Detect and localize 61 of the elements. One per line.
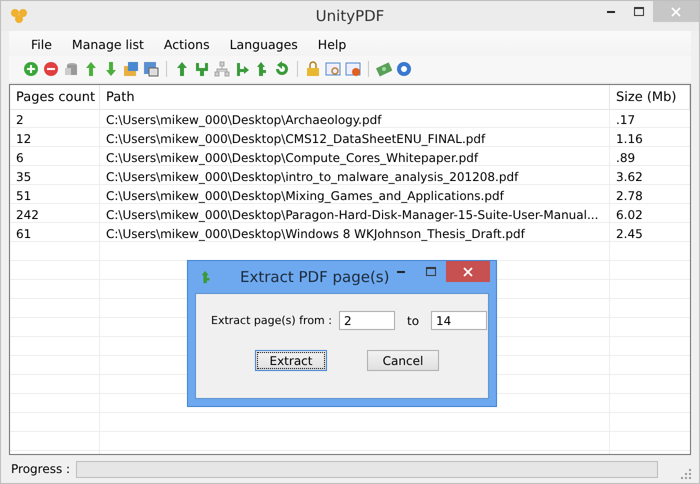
resize-grip-icon[interactable] — [681, 469, 691, 479]
money-icon[interactable] — [376, 61, 392, 77]
up-arrow-icon[interactable] — [83, 61, 99, 77]
branch-right-icon[interactable] — [234, 61, 250, 77]
minimize-icon — [607, 10, 615, 13]
table-cell-text: 35 — [15, 168, 32, 186]
table-cell-text: .89 — [615, 150, 636, 166]
table-cell-text: 3.62 — [615, 168, 644, 186]
cancel-button[interactable]: Cancel — [367, 350, 439, 371]
table-cell-text: 2.45 — [615, 226, 644, 242]
table-cell-text: C:\Users\mikew_000\Desktop\Paragon-Hard-Disk-Manager-15-Suite-User-Manual... — [105, 206, 600, 224]
column-header[interactable]: Size (Mb) — [610, 85, 690, 109]
progress-label: Progress : — [11, 462, 70, 476]
field-label: to — [407, 314, 420, 328]
menu-item[interactable]: Help — [308, 35, 356, 54]
down-arrow-icon[interactable] — [103, 61, 119, 77]
table-cell-text: 6.02 — [615, 206, 644, 224]
table-cell-text: 12 — [15, 130, 32, 148]
table-cell-text: 2.78 — [615, 188, 644, 204]
menu-item[interactable]: Languages — [220, 35, 308, 54]
remove-icon[interactable] — [43, 61, 59, 77]
table-cell-text: C:\Users\mikew_000\Desktop\CMS12_DataSheetENU_FINAL.pdf — [105, 130, 486, 148]
table-cell-text: 61 — [15, 226, 32, 242]
close-icon — [463, 266, 473, 276]
lock-icon[interactable] — [305, 61, 321, 77]
fork-icon[interactable] — [194, 61, 210, 77]
minimize-icon — [397, 270, 405, 273]
menu-item[interactable]: File — [21, 35, 62, 54]
window-title: UnityPDF — [316, 7, 384, 25]
table-cell-text: C:\Users\mikew_000\Desktop\Archaeology.pdf — [105, 112, 383, 129]
menu-item[interactable]: Manage list — [62, 35, 154, 54]
rotate-icon[interactable] — [274, 61, 290, 77]
maximize-icon — [426, 267, 436, 276]
maximize-icon — [634, 7, 644, 16]
table-cell-text: C:\Users\mikew_000\Desktop\Mixing_Games_and_Applications.pdf — [105, 188, 506, 205]
field-label: Extract page(s) from : — [211, 314, 333, 327]
table-cell-text: C:\Users\mikew_000\Desktop\intro_to_malware_analysis_201208.pdf — [105, 168, 520, 186]
extract-button[interactable]: Extract — [255, 350, 327, 371]
table-cell-text: 242 — [15, 206, 40, 224]
app-logo-icon — [10, 8, 28, 24]
close-icon — [671, 6, 681, 16]
menu-item[interactable]: Actions — [154, 35, 220, 54]
table-cell-text: 6 — [15, 150, 25, 166]
save-icon[interactable] — [143, 61, 159, 77]
column-header[interactable]: Path — [100, 85, 610, 109]
from-page-field[interactable]: 2 — [339, 311, 395, 330]
cylinder-icon[interactable] — [63, 61, 79, 77]
table-cell-text: .17 — [615, 112, 636, 128]
table-cell-text: C:\Users\mikew_000\Desktop\Windows 8 WKJohnson_Thesis_Draft.pdf — [105, 226, 526, 243]
column-header[interactable]: Pages count — [10, 85, 100, 109]
hierarchy-icon[interactable] — [214, 61, 230, 77]
table-cell-text: C:\Users\mikew_000\Desktop\Compute_Cores_Whitepaper.pdf — [105, 150, 480, 167]
folder-icon[interactable] — [123, 61, 139, 77]
document-remove-icon[interactable] — [345, 61, 361, 77]
table-cell-text: 2 — [15, 112, 25, 128]
to-page-field[interactable]: 14 — [431, 311, 488, 330]
dialog-title: Extract PDF page(s) — [240, 268, 390, 286]
table-cell-text: 51 — [15, 188, 32, 204]
add-icon[interactable] — [23, 61, 39, 77]
table-cell-text: 1.16 — [615, 130, 644, 148]
close-button[interactable] — [446, 261, 490, 282]
